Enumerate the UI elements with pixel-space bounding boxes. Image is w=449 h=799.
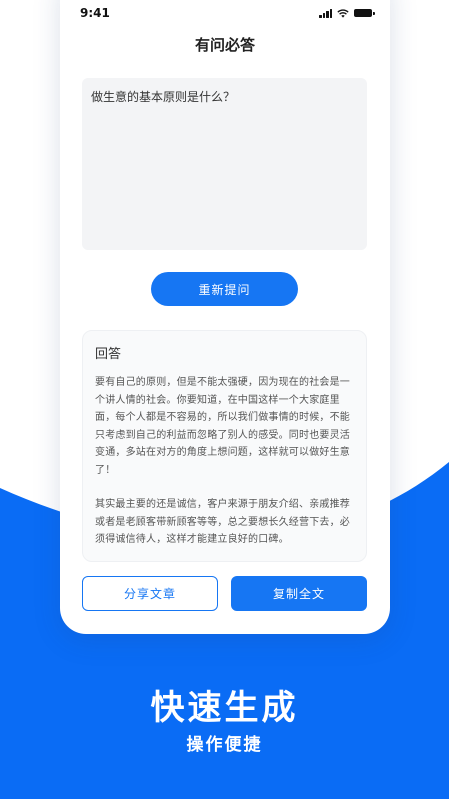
status-bar: 9:41 xyxy=(80,4,375,22)
question-text: 做生意的基本原则是什么？ xyxy=(91,90,236,104)
answer-card[interactable]: 回答 要有自己的原则，但是不能太强硬，因为现在的社会是一个讲人情的社会。你要知道… xyxy=(82,330,367,562)
action-buttons: 分享文章 复制全文 xyxy=(82,576,367,611)
reask-button[interactable]: 重新提问 xyxy=(151,272,298,306)
copy-all-button[interactable]: 复制全文 xyxy=(231,576,367,611)
battery-icon xyxy=(354,9,375,17)
share-article-button[interactable]: 分享文章 xyxy=(82,576,218,611)
answer-heading: 回答 xyxy=(95,347,122,362)
question-input[interactable]: 做生意的基本原则是什么？ xyxy=(82,78,367,250)
wifi-icon xyxy=(337,8,349,18)
answer-paragraph: 其实最主要的还是诚信，客户来源于朋友介绍、亲戚推荐或者是老顾客带新顾客等等，总之… xyxy=(95,499,350,545)
signal-icon xyxy=(319,8,332,18)
page-title: 有问必答 xyxy=(194,36,255,54)
answer-paragraph: 要有自己的原则，但是不能太强硬，因为现在的社会是一个讲人情的社会。你要知道，在中… xyxy=(95,377,350,476)
promo-title: 快速生成 xyxy=(150,688,299,728)
status-time: 9:41 xyxy=(80,6,110,20)
promo-subtitle: 操作便捷 xyxy=(186,735,263,755)
status-icons xyxy=(319,8,375,18)
